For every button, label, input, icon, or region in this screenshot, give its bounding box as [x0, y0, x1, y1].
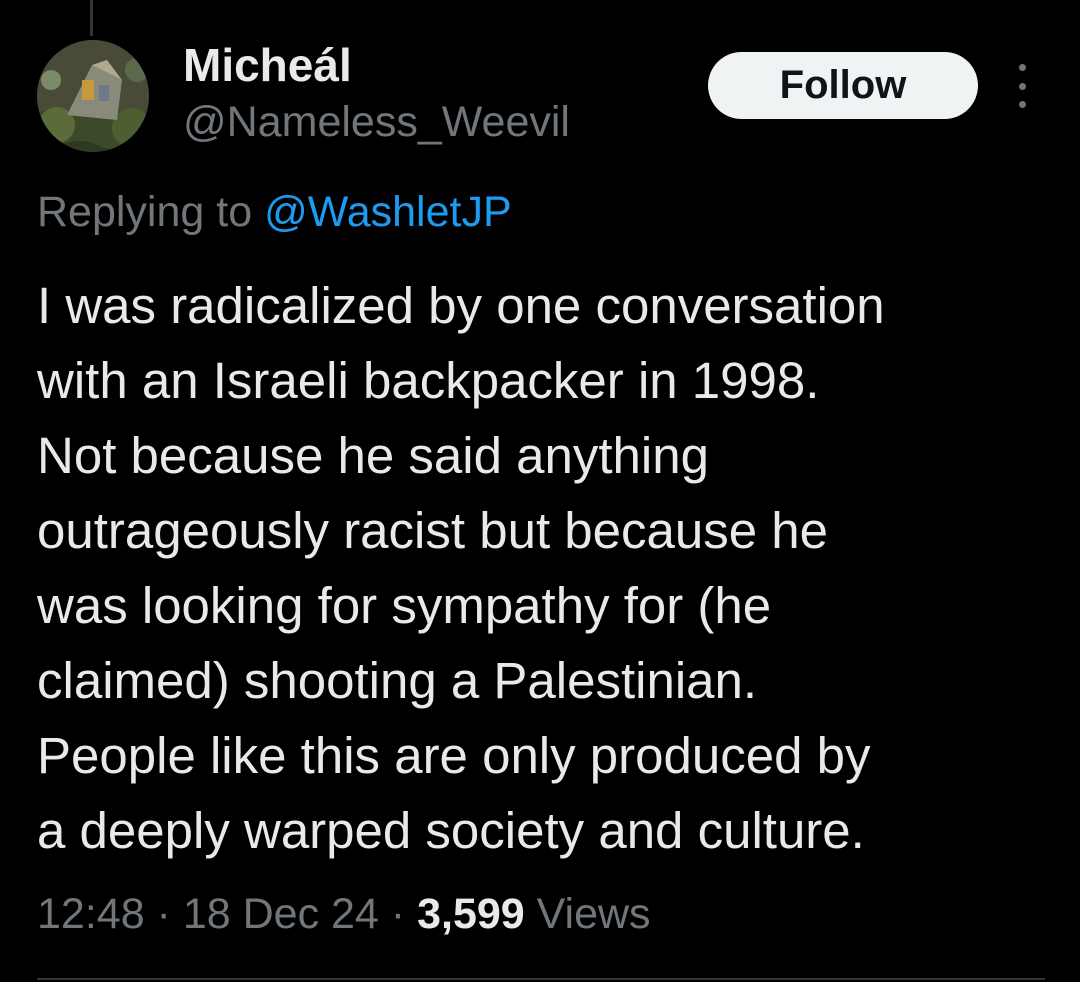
tweet-text-line: with an Israeli backpacker in 1998.: [37, 352, 820, 409]
tweet-meta: 12:48 · 18 Dec 24 · 3,599 Views: [37, 888, 651, 940]
tweet-text-line: claimed) shooting a Palestinian.: [37, 652, 758, 709]
tweet-date[interactable]: 18 Dec 24: [183, 890, 379, 938]
tweet-time[interactable]: 12:48: [37, 890, 145, 938]
more-vertical-icon-dot-2: [1018, 82, 1026, 90]
more-vertical-icon-dot-3: [1018, 101, 1026, 108]
meta-separator: ·: [378, 890, 418, 938]
replying-to-prefix: Replying to: [37, 188, 265, 236]
meta-separator: ·: [144, 890, 183, 938]
tweet-text-line: I was radicalized by one conversation: [37, 277, 885, 334]
thread-connector-line: [90, 0, 93, 36]
more-options-button[interactable]: [1004, 64, 1040, 108]
tweet-text-line: outrageously racist but because he: [37, 502, 828, 559]
author-display-name[interactable]: Micheál: [183, 38, 352, 92]
views-count[interactable]: 3,599: [417, 890, 525, 938]
avatar[interactable]: [37, 40, 149, 152]
tweet-text-line: a deeply warped society and culture.: [37, 802, 865, 859]
views-label: Views: [524, 890, 651, 938]
divider: [37, 978, 1045, 980]
tweet-text-line: People like this are only produced by: [37, 727, 871, 784]
tweet-text: I was radicalized by one conversation wi…: [37, 268, 1047, 868]
more-vertical-icon: [1018, 64, 1026, 71]
author-handle[interactable]: @Nameless_Weevil: [183, 96, 570, 148]
avatar-photo-icon: [37, 40, 149, 152]
reply-mention-link[interactable]: @WashletJP: [264, 188, 512, 236]
replying-to-line: Replying to @WashletJP: [37, 186, 512, 238]
follow-button[interactable]: Follow: [708, 52, 978, 119]
tweet-text-line: Not because he said anything: [37, 427, 709, 484]
tweet-text-line: was looking for sympathy for (he: [37, 577, 772, 634]
